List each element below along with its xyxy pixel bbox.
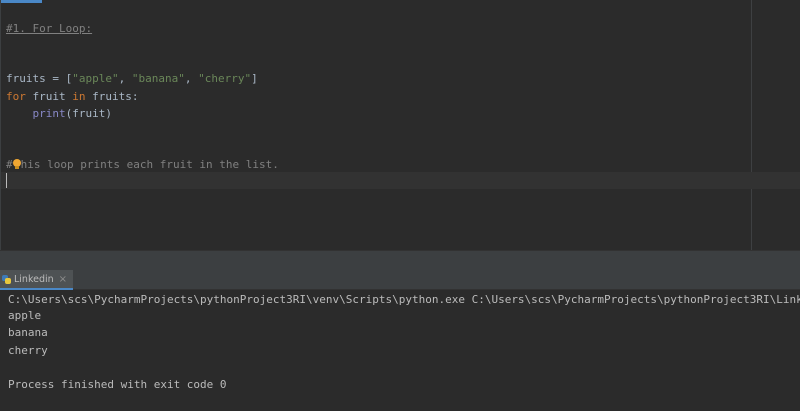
heading-comment-line: #1. For Loop: [6, 22, 93, 35]
list-close-bracket: ] [251, 72, 258, 85]
run-tab-linkedin[interactable]: Linkedin × [0, 270, 74, 290]
comment-text: his loop prints each fruit in the list. [20, 158, 279, 171]
pycharm-window: #1. For Loop: fruits = ["apple", "banana… [0, 0, 800, 411]
string-banana: "banana" [131, 72, 185, 85]
assign-operator: = [ [45, 72, 73, 85]
fruits-assignment-line: fruits = ["apple", "banana", "cherry"] [6, 70, 258, 87]
current-line-highlight [1, 172, 800, 189]
string-apple: "apple" [72, 72, 119, 85]
python-file-icon [2, 274, 11, 284]
output-line-cherry: cherry [8, 344, 48, 357]
for-loop-line: for fruit in fruits: [6, 88, 138, 105]
print-call-line: print(fruit) [6, 105, 112, 122]
loop-iterable: fruits: [85, 90, 139, 103]
output-line-apple: apple [8, 309, 42, 322]
builtin-print: print [32, 107, 66, 120]
command-line: C:\Users\scs\PycharmProjects\pythonProje… [8, 293, 800, 306]
lightbulb-icon[interactable] [12, 159, 21, 169]
print-args: (fruit) [65, 107, 112, 120]
right-margin-guide [751, 0, 752, 250]
string-cherry: "cherry" [198, 72, 252, 85]
run-tab-bar: Linkedin × [0, 270, 800, 290]
list-separator: , [184, 72, 199, 85]
exit-status-line: Process finished with exit code 0 [8, 378, 227, 391]
run-tab-label: Linkedin [14, 273, 54, 285]
text-caret [6, 173, 7, 188]
tool-window-header [0, 250, 800, 270]
output-line-banana: banana [8, 326, 48, 339]
list-separator: , [118, 72, 132, 85]
editor-tab-indicator [1, 0, 42, 3]
code-editor[interactable]: #1. For Loop: fruits = ["apple", "banana… [0, 0, 800, 250]
close-icon[interactable]: × [59, 274, 67, 285]
run-console[interactable]: C:\Users\scs\PycharmProjects\pythonProje… [0, 290, 800, 411]
variable-fruits: fruits [6, 72, 46, 85]
keyword-in: in [72, 90, 86, 103]
loop-variable: fruit [25, 90, 73, 103]
explanation-comment-line: # his loop prints each fruit in the list. [6, 156, 279, 173]
comment-hash: # [6, 158, 13, 171]
keyword-for: for [6, 90, 26, 103]
